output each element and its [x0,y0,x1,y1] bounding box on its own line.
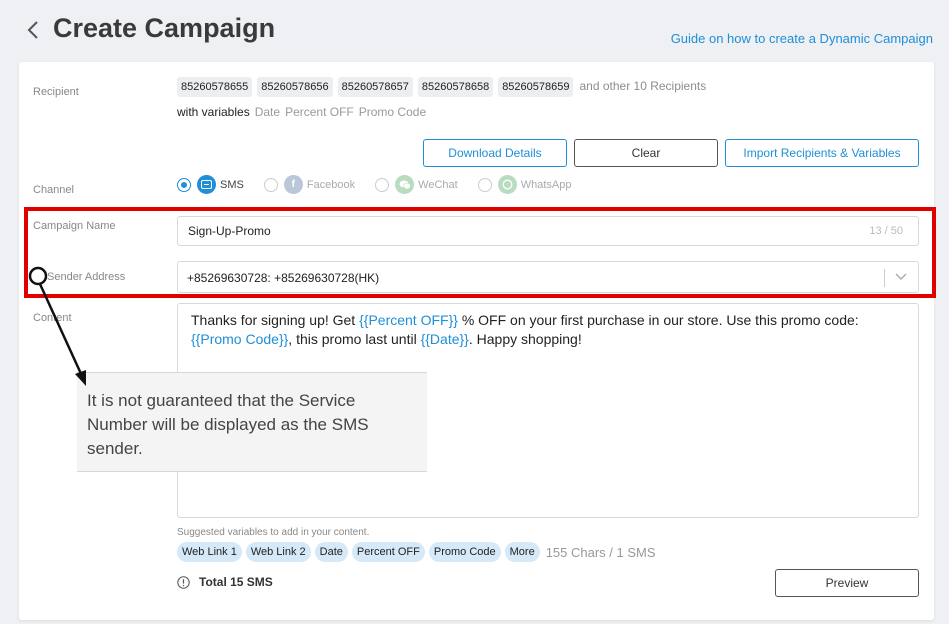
variable-chip-promo-code[interactable]: Promo Code [428,542,501,562]
variable-chip-percent-off[interactable]: Percent OFF [351,542,425,562]
back-button[interactable] [24,18,44,42]
variable-chip-web-link-1[interactable]: Web Link 1 [177,542,242,562]
radio-selected-icon [177,177,191,192]
channel-option-sms[interactable]: SMS [177,175,244,194]
channel-name: Facebook [306,178,356,191]
recipient-label: Recipient [33,86,79,98]
tooltip-text: It is not guaranteed that the Service Nu… [87,391,369,458]
content-variable: {{Percent OFF}} [359,312,458,328]
variable-chip-web-link-2[interactable]: Web Link 2 [245,542,311,562]
recipient-chip: 85260578659 [498,77,574,97]
variable-name: Percent OFF [285,105,354,119]
page-title: Create Campaign [53,13,276,43]
other-recipients-count: and other 10 Recipients [579,79,707,93]
import-recipients-button[interactable]: Import Recipients & Variables [725,139,919,167]
wechat-icon [395,175,415,194]
preview-button[interactable]: Preview [775,569,919,597]
variable-name: Promo Code [358,105,427,119]
variable-name: Date [254,105,281,119]
content-variable: {{Promo Code}} [191,331,289,347]
suggested-variables-label: Suggested variables to add in your conte… [177,527,370,538]
recipient-chip: 85260578656 [257,77,333,97]
radio-icon [477,177,492,192]
content-text: % OFF on your first purchase in our stor… [457,312,859,328]
campaign-form: Recipient 85260578655 85260578656 85260578… [19,62,934,620]
page-header: Create Campaign Guide on how to create a… [0,0,949,62]
recipient-list: 85260578655 85260578656 85260578657 8526057… [177,77,706,97]
channel-name: SMS [220,178,244,191]
sms-icon [197,175,216,194]
facebook-icon: f [283,175,303,194]
channel-option-wechat[interactable]: WeChat [375,175,458,194]
variable-chip-date[interactable]: Date [314,542,348,562]
highlight-box [24,207,936,298]
content-variable: {{Date}} [420,331,469,347]
total-sms: Total 15 SMS [177,575,273,589]
suggested-variables: Web Link 1 Web Link 2 Date Percent OFF P… [177,542,656,562]
sender-address-tooltip: It is not guaranteed that the Service Nu… [77,372,427,472]
content-label: Content [33,312,72,324]
variable-chip-more[interactable]: More [504,542,540,562]
recipient-chip: 85260578657 [337,77,413,97]
channel-label: Channel [33,184,74,196]
total-sms-text: Total 15 SMS [199,575,273,589]
clear-button[interactable]: Clear [574,139,718,167]
recipient-variables: with variables Date Percent OFF Promo Code [177,105,426,119]
radio-icon [263,177,278,192]
channel-selector: SMS f Facebook WeChat WhatsApp [177,175,591,194]
download-details-button[interactable]: Download Details [423,139,567,167]
guide-link[interactable]: Guide on how to create a Dynamic Campaig… [671,31,933,46]
channel-name: WhatsApp [520,178,572,191]
channel-name: WeChat [418,178,458,191]
chevron-left-icon [27,21,38,39]
whatsapp-icon [497,175,517,194]
recipient-chip: 85260578658 [417,77,494,97]
char-count: 155 Chars / 1 SMS [545,544,656,560]
recipient-chip: 85260578655 [177,77,253,97]
info-icon [177,575,190,589]
content-text: Thanks for signing up! Get [191,312,360,328]
content-message: Thanks for signing up! Get {{Percent OFF… [191,311,891,349]
radio-icon [375,177,390,192]
channel-option-whatsapp[interactable]: WhatsApp [477,175,572,194]
content-text: , this promo last until [288,331,421,347]
variables-label: with variables [177,105,250,119]
content-text: . Happy shopping! [468,331,582,347]
channel-option-facebook[interactable]: f Facebook [263,175,356,194]
